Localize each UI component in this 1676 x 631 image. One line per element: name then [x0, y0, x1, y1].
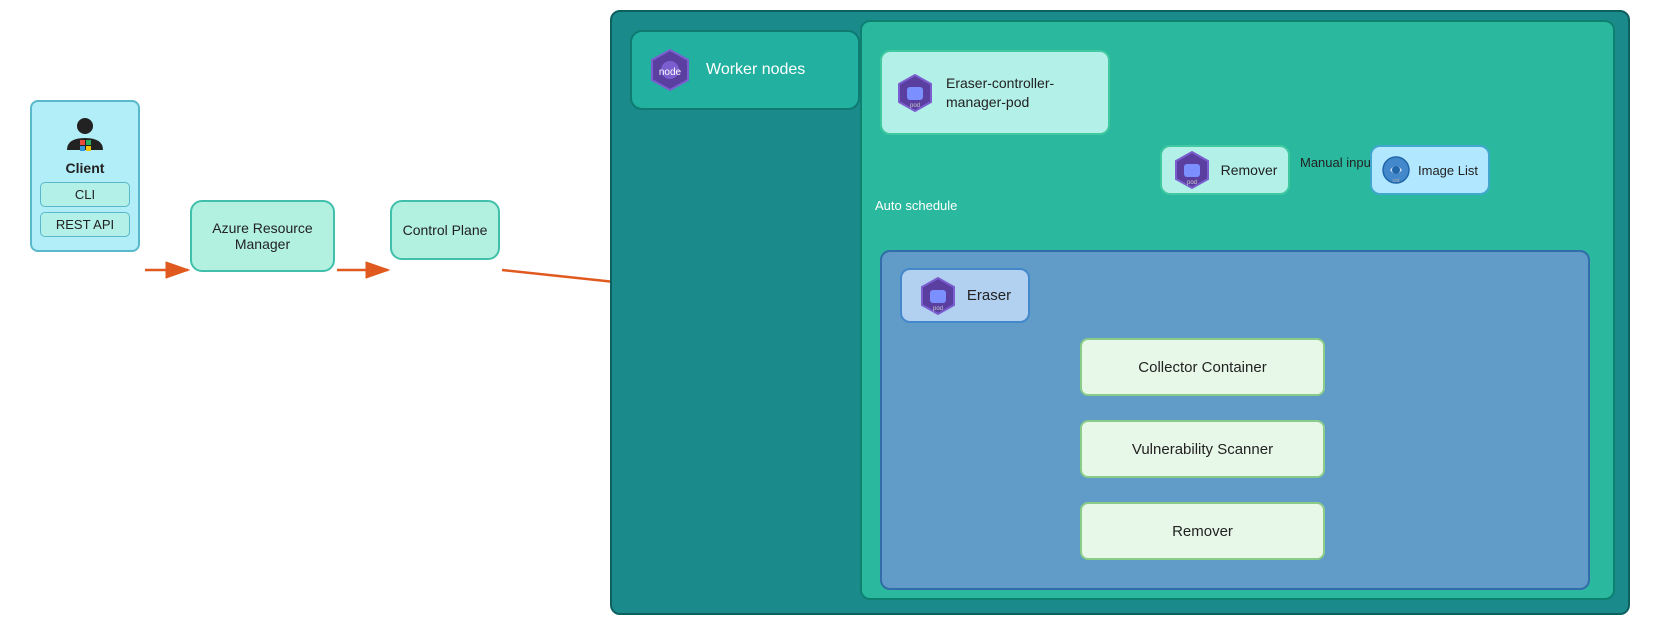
collector-container-box: Collector Container	[1080, 338, 1325, 396]
remover-bottom-label: Remover	[1172, 523, 1233, 540]
cli-button[interactable]: CLI	[40, 182, 130, 207]
vulnerability-scanner-box: Vulnerability Scanner	[1080, 420, 1325, 478]
client-person-icon	[63, 112, 107, 156]
collector-label: Collector Container	[1138, 359, 1266, 376]
eraser-controller-box: pod Eraser-controller-manager-pod	[880, 50, 1110, 135]
svg-text:crd: crd	[1393, 178, 1400, 184]
remover-top-label: Remover	[1221, 162, 1278, 178]
auto-schedule-label: Auto schedule	[875, 198, 957, 213]
image-list-icon: crd	[1382, 156, 1410, 184]
eraser-pod-label: Eraser	[967, 287, 1011, 304]
svg-text:pod: pod	[933, 306, 943, 312]
arm-label: Azure Resource Manager	[212, 220, 312, 252]
image-list-box: crd Image List	[1370, 145, 1490, 195]
eraser-ctrl-label: Eraser-controller-manager-pod	[946, 74, 1094, 110]
control-plane-box: Control Plane	[390, 200, 500, 260]
rest-api-button[interactable]: REST API	[40, 212, 130, 237]
svg-text:node: node	[659, 67, 682, 78]
svg-text:pod: pod	[1187, 180, 1197, 186]
vulnerability-scanner-label: Vulnerability Scanner	[1132, 441, 1273, 458]
remover-top-pod-icon: pod	[1173, 151, 1211, 189]
manual-input-label: Manual input	[1300, 155, 1374, 170]
node-icon: node	[648, 48, 692, 92]
client-label: Client	[66, 160, 105, 176]
diagram: node Worker nodes pod Eraser-controller-…	[0, 0, 1676, 631]
client-box: Client CLI REST API	[30, 100, 140, 252]
svg-text:pod: pod	[910, 103, 920, 109]
worker-nodes-label: Worker nodes	[706, 61, 805, 79]
arm-box: Azure Resource Manager	[190, 200, 335, 272]
remover-bottom-box: Remover	[1080, 502, 1325, 560]
control-plane-label: Control Plane	[403, 222, 488, 238]
eraser-pod-box: pod Eraser	[900, 268, 1030, 323]
image-list-label: Image List	[1418, 163, 1478, 178]
eraser-ctrl-pod-icon: pod	[896, 74, 934, 112]
remover-top-box: pod Remover	[1160, 145, 1290, 195]
eraser-pod-icon: pod	[919, 277, 957, 315]
worker-nodes-box: node Worker nodes	[630, 30, 860, 110]
